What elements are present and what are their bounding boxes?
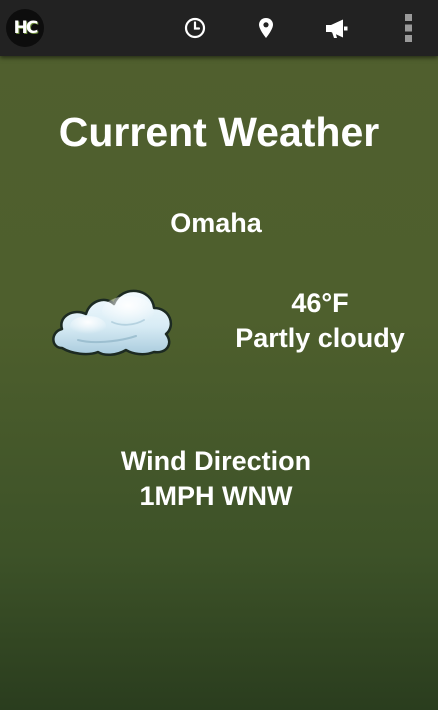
city-name: Omaha: [170, 208, 262, 238]
app-logo-text: HC: [13, 18, 39, 38]
weather-screen: HC Current Weather Omaha 46°F Partly clo…: [0, 0, 438, 710]
app-logo[interactable]: HC: [6, 9, 44, 47]
wind-block: Wind Direction 1MPH WNW: [0, 444, 432, 514]
temperature-value: 46°F: [291, 288, 349, 318]
wind-value: 1MPH WNW: [139, 481, 293, 511]
action-bar: HC: [0, 0, 438, 56]
page-title: Current Weather: [58, 109, 380, 155]
megaphone-icon[interactable]: [323, 14, 351, 42]
temperature-block: 46°F Partly cloudy: [222, 286, 418, 356]
condition-text: Partly cloudy: [235, 323, 405, 353]
overflow-menu-icon[interactable]: [394, 14, 422, 42]
clock-icon[interactable]: [181, 14, 209, 42]
wind-label: Wind Direction: [120, 446, 312, 476]
location-pin-icon[interactable]: [252, 14, 280, 42]
partly-cloudy-icon: [48, 282, 176, 358]
